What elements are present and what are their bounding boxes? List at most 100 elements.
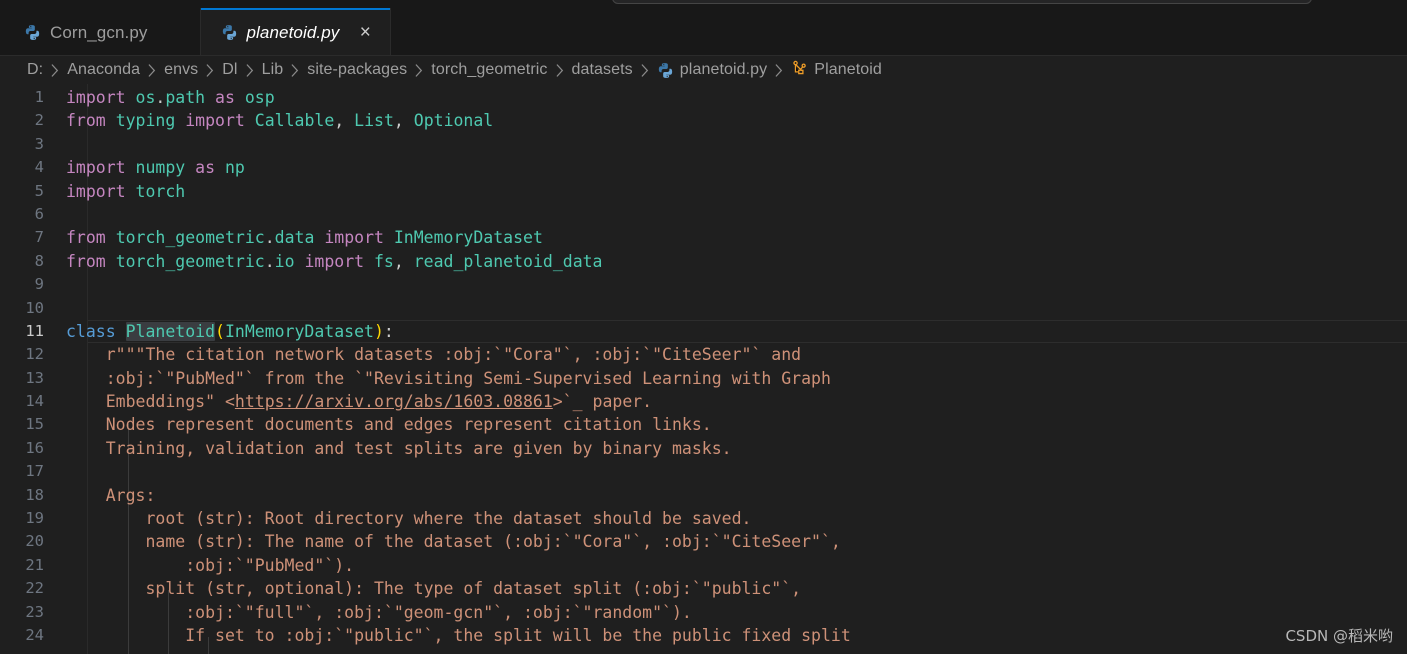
breadcrumb-label: planetoid.py bbox=[679, 61, 768, 78]
code-line: 1 import os.path as osp bbox=[0, 86, 1407, 109]
command-palette-stub[interactable] bbox=[612, 0, 1312, 4]
line-content: Args: bbox=[66, 485, 156, 505]
code-line: 14 Embeddings" <https://arxiv.org/abs/16… bbox=[0, 390, 1407, 413]
line-content: r"""The citation network datasets :obj:`… bbox=[66, 345, 802, 365]
line-number: 18 bbox=[25, 485, 44, 504]
line-number: 17 bbox=[25, 462, 44, 481]
line-number: 13 bbox=[25, 368, 44, 387]
close-icon[interactable]: × bbox=[354, 21, 376, 43]
code-line: 13 :obj:`"PubMed"` from the `"Revisiting… bbox=[0, 367, 1407, 390]
code-line: 24 If set to :obj:`"public"`, the split … bbox=[0, 624, 1407, 647]
line-content: If set to :obj:`"public"`, the split wil… bbox=[66, 625, 851, 645]
code-editor[interactable]: 1 import os.path as osp 2 from typing im… bbox=[0, 84, 1407, 654]
code-line: 17 bbox=[0, 460, 1407, 483]
chevron-right-icon bbox=[148, 63, 156, 77]
code-line: 2 from typing import Callable, List, Opt… bbox=[0, 109, 1407, 132]
tab-corn-gcn[interactable]: Corn_gcn.py bbox=[0, 8, 201, 56]
python-file-icon bbox=[221, 24, 238, 41]
breadcrumb-item-envs[interactable]: envs bbox=[163, 61, 199, 79]
line-content: class Planetoid(InMemoryDataset): bbox=[66, 321, 394, 341]
line-content: import torch bbox=[66, 181, 186, 201]
line-content: Training, validation and test splits are… bbox=[66, 438, 732, 458]
breadcrumb-item-lib[interactable]: Lib bbox=[261, 61, 285, 79]
code-line: 23 :obj:`"full"`, :obj:`"geom-gcn"`, :ob… bbox=[0, 601, 1407, 624]
code-lines: 1 import os.path as osp 2 from typing im… bbox=[0, 84, 1407, 654]
vscode-window: Corn_gcn.py planetoid.py × D: Anaconda e… bbox=[0, 0, 1407, 654]
code-line: 10 bbox=[0, 297, 1407, 320]
chevron-right-icon bbox=[641, 63, 649, 77]
top-strip bbox=[0, 0, 1407, 8]
code-line: 19 root (str): Root directory where the … bbox=[0, 507, 1407, 530]
chevron-right-icon bbox=[246, 63, 254, 77]
code-line: 9 bbox=[0, 273, 1407, 296]
breadcrumb-label: datasets bbox=[571, 61, 633, 78]
selected-symbol: Planetoid bbox=[125, 321, 216, 341]
line-content: from torch_geometric.data import InMemor… bbox=[66, 228, 543, 248]
breadcrumb-label: torch_geometric bbox=[431, 61, 548, 78]
code-line: 22 split (str, optional): The type of da… bbox=[0, 577, 1407, 600]
code-line: 3 bbox=[0, 133, 1407, 156]
breadcrumb-item-drive[interactable]: D: bbox=[26, 61, 44, 79]
code-line: 16 Training, validation and test splits … bbox=[0, 437, 1407, 460]
line-content: from torch_geometric.io import fs, read_… bbox=[66, 251, 603, 271]
breadcrumb-label: Planetoid bbox=[814, 61, 882, 78]
code-line: 6 bbox=[0, 203, 1407, 226]
editor-tab-bar: Corn_gcn.py planetoid.py × bbox=[0, 8, 1407, 57]
code-line: 12 r"""The citation network datasets :ob… bbox=[0, 343, 1407, 366]
chevron-right-icon bbox=[775, 63, 783, 77]
chevron-right-icon bbox=[291, 63, 299, 77]
line-content: :obj:`"PubMed"`). bbox=[66, 555, 355, 575]
python-file-icon bbox=[24, 24, 41, 41]
line-number: 20 bbox=[25, 532, 44, 551]
breadcrumb-item-site-packages[interactable]: site-packages bbox=[306, 61, 408, 79]
line-number: 19 bbox=[25, 509, 44, 528]
line-number: 11 bbox=[25, 321, 44, 340]
line-number: 14 bbox=[25, 392, 44, 411]
line-number: 6 bbox=[34, 204, 44, 223]
breadcrumb-item-planetoid-file[interactable]: planetoid.py bbox=[656, 61, 769, 79]
tab-label: Corn_gcn.py bbox=[50, 22, 148, 42]
code-line-current: 11 class Planetoid(InMemoryDataset): bbox=[0, 319, 1407, 344]
tab-label: planetoid.py bbox=[246, 22, 340, 42]
line-number: 24 bbox=[25, 625, 44, 644]
line-content: :obj:`"PubMed"` from the `"Revisiting Se… bbox=[66, 368, 831, 388]
breadcrumb-label: site-packages bbox=[307, 61, 408, 78]
line-content: :obj:`"full"`, :obj:`"geom-gcn"`, :obj:`… bbox=[66, 602, 692, 622]
breadcrumb-label: Anaconda bbox=[67, 61, 141, 78]
line-number: 5 bbox=[34, 181, 44, 200]
chevron-right-icon bbox=[51, 63, 59, 77]
code-line: 4 import numpy as np bbox=[0, 156, 1407, 179]
breadcrumb-label: Dl bbox=[222, 61, 238, 78]
breadcrumb-item-planetoid-class[interactable]: Planetoid bbox=[790, 59, 883, 81]
tab-planetoid[interactable]: planetoid.py × bbox=[200, 8, 392, 57]
line-number: 10 bbox=[25, 298, 44, 317]
breadcrumb-item-dl[interactable]: Dl bbox=[221, 61, 238, 79]
class-symbol-icon bbox=[791, 59, 808, 81]
line-content: split (str, optional): The type of datas… bbox=[66, 579, 802, 599]
code-line: 21 :obj:`"PubMed"`). bbox=[0, 554, 1407, 577]
python-file-icon bbox=[657, 62, 674, 79]
breadcrumb-label: Lib bbox=[261, 61, 284, 78]
code-line: 20 name (str): The name of the dataset (… bbox=[0, 530, 1407, 553]
breadcrumb: D: Anaconda envs Dl Lib site-packages to… bbox=[0, 56, 1407, 84]
line-number: 7 bbox=[34, 228, 44, 247]
line-number: 15 bbox=[25, 415, 44, 434]
docstring-url[interactable]: https://arxiv.org/abs/1603.08861 bbox=[235, 392, 553, 411]
chevron-right-icon bbox=[206, 63, 214, 77]
line-number: 1 bbox=[34, 88, 44, 106]
line-number: 23 bbox=[25, 602, 44, 621]
line-number: 3 bbox=[34, 134, 44, 153]
line-content: import os.path as osp bbox=[66, 88, 275, 107]
line-content: root (str): Root directory where the dat… bbox=[66, 509, 752, 529]
code-line: 18 Args: bbox=[0, 484, 1407, 507]
line-content: Nodes represent documents and edges repr… bbox=[66, 415, 712, 435]
breadcrumb-item-datasets[interactable]: datasets bbox=[571, 61, 634, 79]
line-content: Embeddings" <https://arxiv.org/abs/1603.… bbox=[66, 392, 653, 412]
breadcrumb-item-torch-geometric[interactable]: torch_geometric bbox=[430, 61, 548, 79]
code-line: 8 from torch_geometric.io import fs, rea… bbox=[0, 250, 1407, 273]
code-line: 5 import torch bbox=[0, 180, 1407, 203]
code-line: 15 Nodes represent documents and edges r… bbox=[0, 413, 1407, 436]
breadcrumb-label: D: bbox=[27, 61, 44, 78]
breadcrumb-item-anaconda[interactable]: Anaconda bbox=[66, 61, 141, 79]
line-number: 8 bbox=[34, 251, 44, 270]
